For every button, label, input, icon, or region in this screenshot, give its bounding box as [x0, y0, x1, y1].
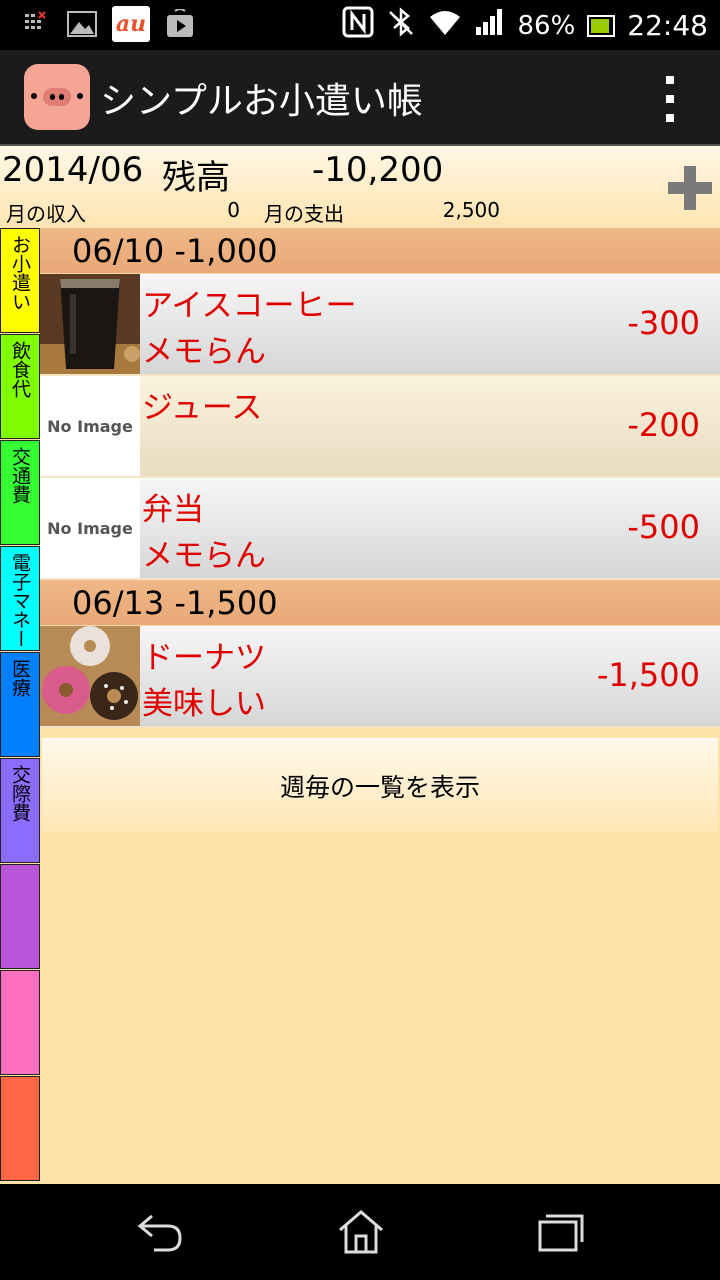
list-item[interactable]: アイスコーヒー メモらん -300 [40, 274, 720, 376]
recent-apps-icon[interactable] [536, 1208, 586, 1256]
expense-value: 2,500 [442, 198, 500, 222]
date-header: 06/13 -1,500 [40, 580, 720, 626]
item-amount: -300 [627, 304, 700, 342]
no-image-placeholder: No Image [40, 478, 140, 578]
category-tab-emoney[interactable]: 電子マネー [0, 546, 40, 651]
no-image-placeholder: No Image [40, 376, 140, 476]
expense-label: 月の支出 [264, 202, 344, 226]
battery-percent: 86% [517, 10, 576, 41]
balance-label: 残高 [162, 158, 230, 198]
category-tabs: お小遣い 飲食代 交通費 電子マネー 医療 交際費 [0, 228, 40, 1184]
category-tab-medical[interactable]: 医療 [0, 652, 40, 757]
battery-icon [587, 14, 616, 37]
item-name: ドーナツ [142, 640, 266, 676]
app-title: シンプルお小遣い帳 [100, 81, 423, 122]
item-name: 弁当 [142, 492, 204, 528]
category-tab-9[interactable] [0, 1076, 40, 1181]
income-label: 月の収入 [6, 202, 86, 226]
list-item[interactable]: No Image ジュース -200 [40, 376, 720, 478]
item-name: アイスコーヒー [142, 288, 357, 324]
income-value: 0 [227, 198, 240, 222]
missed-call-icon [20, 8, 52, 40]
date-header: 06/10 -1,000 [40, 228, 720, 274]
navigation-bar [0, 1184, 720, 1280]
pig-app-icon[interactable] [24, 64, 90, 130]
clock: 22:48 [627, 9, 708, 42]
au-carrier-icon: au [112, 6, 150, 42]
bluetooth-off-icon [386, 6, 416, 45]
category-tab-8[interactable] [0, 970, 40, 1075]
add-entry-icon[interactable] [668, 166, 712, 210]
action-bar: シンプルお小遣い帳 [0, 50, 720, 146]
month-label[interactable]: 2014/06 [2, 150, 143, 190]
status-bar: au 86% 22:48 [0, 0, 720, 50]
play-store-icon [164, 8, 196, 40]
category-tab-7[interactable] [0, 864, 40, 969]
month-summary: 2014/06 残高 -10,200 月の収入 0 月の支出 2,500 [0, 146, 720, 228]
overflow-menu-icon[interactable] [660, 76, 680, 122]
nfc-icon [342, 6, 374, 45]
list-item[interactable]: No Image 弁当 メモらん -500 [40, 478, 720, 580]
iced-coffee-photo [40, 274, 140, 374]
item-memo: 美味しい [142, 686, 266, 722]
signal-icon [474, 7, 506, 44]
category-tab-okozukai[interactable]: お小遣い [0, 228, 40, 333]
category-tab-food[interactable]: 飲食代 [0, 334, 40, 439]
back-icon[interactable] [134, 1208, 184, 1256]
home-icon[interactable] [336, 1208, 386, 1256]
weekly-list-button[interactable]: 週毎の一覧を表示 [42, 738, 718, 832]
wifi-icon [428, 7, 462, 44]
balance-value: -10,200 [312, 150, 444, 190]
item-amount: -200 [627, 406, 700, 444]
item-amount: -500 [627, 508, 700, 546]
gallery-icon [66, 8, 98, 40]
donuts-photo [40, 626, 140, 726]
item-amount: -1,500 [596, 656, 700, 694]
list-item[interactable]: ドーナツ 美味しい -1,500 [40, 626, 720, 728]
category-tab-social[interactable]: 交際費 [0, 758, 40, 863]
item-memo: メモらん [142, 334, 266, 370]
main-content: 2014/06 残高 -10,200 月の収入 0 月の支出 2,500 お小遣… [0, 146, 720, 1184]
item-memo: メモらん [142, 538, 266, 574]
category-tab-transport[interactable]: 交通費 [0, 440, 40, 545]
item-name: ジュース [142, 390, 263, 426]
expense-list: 06/10 -1,000 アイスコーヒー メモらん -300 No Image [40, 228, 720, 728]
